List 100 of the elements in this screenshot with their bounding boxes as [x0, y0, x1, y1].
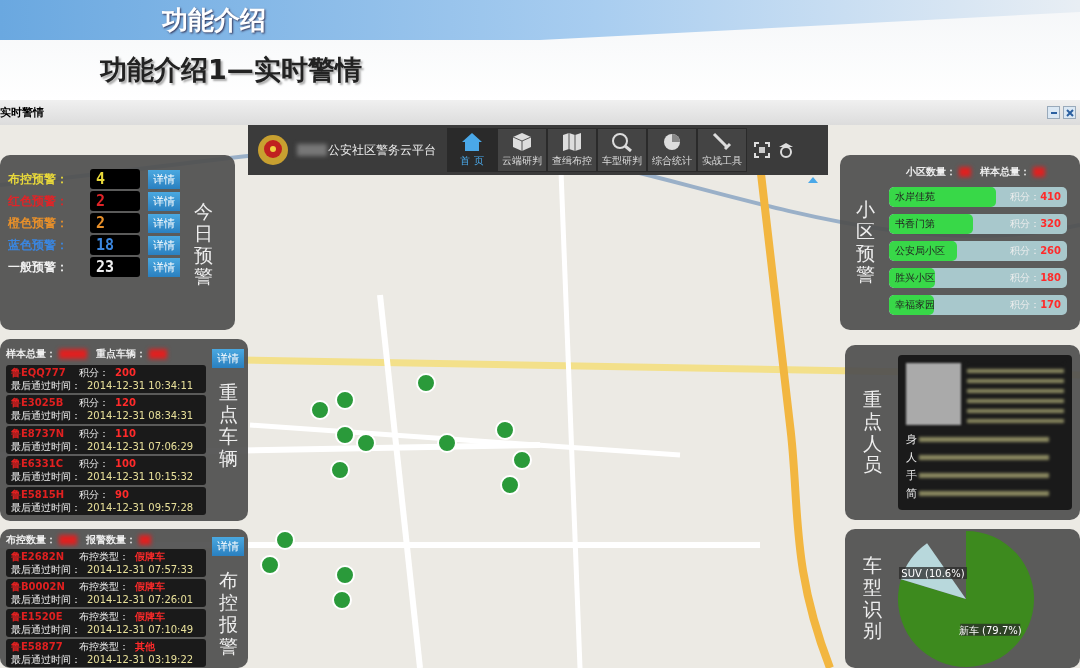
alert-label: 一般预警： [8, 258, 69, 276]
nav-tab[interactable]: 车型研判 [597, 128, 647, 172]
search-icon [611, 132, 633, 152]
control-type: 假牌车 [135, 610, 165, 623]
close-button[interactable] [1063, 106, 1076, 119]
close-icon [1065, 108, 1074, 117]
redacted-mark [59, 348, 87, 359]
pass-time: 2014-12-31 09:57:28 [87, 500, 194, 514]
alert-card[interactable]: 鲁E2682N 布控类型： 假牌车 最后通过时间： 2014-12-31 07:57:33 [6, 549, 206, 577]
community-name: 公安局小区 [895, 244, 945, 258]
time-label: 最后通过时间： [11, 409, 81, 423]
alert-label: 橙色预警： [8, 214, 69, 232]
time-label: 最后通过时间： [11, 500, 81, 514]
nav-tab[interactable]: 查缉布控 [547, 128, 597, 172]
control-type-label: 布控类型： [79, 580, 129, 593]
score-value: 410 [1040, 191, 1061, 202]
nav-tab[interactable]: 实战工具 [697, 128, 747, 172]
pie-chart-icon [661, 132, 683, 152]
time-label: 最后通过时间： [11, 439, 81, 453]
vehicle-card[interactable]: 鲁E5815H 积分： 90 最后通过时间： 2014-12-31 09:57:28 [6, 486, 206, 515]
field-label: 简 [906, 486, 917, 501]
alert-card[interactable]: 鲁E58877 布控类型： 其他 最后通过时间： 2014-12-31 03:19:22 [6, 639, 206, 667]
alert-count: 18 [90, 235, 140, 255]
plate-number: 鲁E58877 [11, 640, 64, 653]
control-type-label: 布控类型： [79, 550, 129, 563]
alert-count: 4 [90, 169, 140, 189]
score-label: 积分： [79, 487, 109, 501]
alert-label: 红色预警： [8, 192, 69, 210]
summary-label: 重点车辆： [96, 346, 146, 361]
plate-number: 鲁E3025B [11, 396, 65, 410]
platform-title: 公安社区警务云平台 [328, 141, 436, 159]
summary-label: 样本总量： [6, 346, 56, 361]
nav-tab[interactable]: 云端研判 [497, 128, 547, 172]
collapse-arrow-icon[interactable] [808, 177, 818, 183]
map-icon [561, 132, 583, 152]
redacted-mark [297, 144, 327, 156]
plate-number: 鲁E1520E [11, 610, 64, 623]
minimize-button[interactable] [1047, 106, 1060, 119]
control-type-label: 布控类型： [79, 610, 129, 623]
plate-number: 鲁EQQ777 [11, 365, 67, 379]
score-label: 积分： [79, 426, 109, 440]
vehicle-card[interactable]: 鲁E3025B 积分： 120 最后通过时间： 2014-12-31 08:34:31 [6, 395, 206, 424]
window-title: 实时警情 [0, 105, 44, 120]
control-type: 假牌车 [135, 580, 165, 593]
score-label: 积分： [79, 457, 109, 471]
score-value: 320 [1040, 218, 1061, 229]
plate-number: 鲁E8737N [11, 426, 66, 440]
vehicle-card[interactable]: 鲁E8737N 积分： 110 最后通过时间： 2014-12-31 07:06:29 [6, 425, 206, 455]
panel-title: 今日预警 [194, 200, 213, 289]
slide-heading: 功能介绍 [162, 3, 266, 37]
alert-count: 2 [90, 191, 140, 211]
nav-tab[interactable]: 综合统计 [647, 128, 697, 172]
score-value: 90 [115, 487, 129, 501]
panel-title: 重点车辆 [218, 382, 238, 470]
alert-label: 蓝色预警： [8, 236, 69, 254]
panel-title: 车型识别 [863, 554, 882, 643]
summary-label: 样本总量： [979, 165, 1030, 179]
house-icon [461, 132, 483, 152]
plate-number: 鲁E6331C [11, 457, 64, 471]
pass-time: 2014-12-31 07:06:29 [87, 439, 194, 453]
time-label: 最后通过时间： [11, 623, 81, 636]
nav-tab[interactable]: 首 页 [447, 128, 497, 172]
pass-time: 2014-12-31 10:34:11 [87, 378, 194, 392]
vehicle-card[interactable]: 鲁EQQ777 积分： 200 最后通过时间： 2014-12-31 10:34:11 [6, 364, 206, 394]
community-name: 书香门第 [895, 217, 935, 231]
score-label: 积分： [79, 396, 109, 410]
score-value: 180 [1040, 272, 1061, 283]
summary-label: 小区数量： [905, 165, 956, 179]
police-badge-icon [256, 133, 290, 167]
redacted-mark [1032, 167, 1045, 177]
slice-label: SUV (10.6%) [899, 566, 967, 579]
photo-placeholder [906, 363, 961, 425]
alert-count: 23 [90, 257, 140, 277]
plate-number: 鲁E5815H [11, 487, 66, 501]
pass-time: 2014-12-31 07:10:49 [87, 623, 194, 636]
field-label: 人 [906, 450, 917, 465]
score-value: 200 [115, 365, 136, 379]
score-label: 积分： [79, 365, 109, 379]
score-value: 110 [115, 426, 136, 440]
alert-card[interactable]: 鲁E1520E 布控类型： 假牌车 最后通过时间： 2014-12-31 07:10:49 [6, 609, 206, 637]
time-label: 最后通过时间： [11, 470, 81, 484]
pass-time: 2014-12-31 08:34:31 [87, 409, 194, 423]
score-value: 170 [1040, 299, 1061, 310]
pass-time: 2014-12-31 07:26:01 [87, 593, 194, 606]
time-label: 最后通过时间： [11, 593, 81, 606]
community-name: 胜兴小区 [895, 271, 935, 285]
panel-title: 重点人员 [863, 388, 882, 477]
fullscreen-icon[interactable] [754, 142, 770, 158]
pass-time: 2014-12-31 10:15:32 [87, 470, 194, 484]
summary-label: 报警数量： [86, 533, 136, 547]
community-name: 水岸佳苑 [895, 190, 935, 204]
score-value: 100 [115, 457, 136, 471]
alert-label: 布控预警： [8, 170, 69, 188]
alert-card[interactable]: 鲁B0002N 布控类型： 假牌车 最后通过时间： 2014-12-31 07:26:01 [6, 579, 206, 607]
plate-number: 鲁B0002N [11, 580, 66, 593]
redacted-mark [149, 348, 167, 359]
vehicle-card[interactable]: 鲁E6331C 积分： 100 最后通过时间： 2014-12-31 10:15:32 [6, 456, 206, 485]
pass-time: 2014-12-31 07:57:33 [87, 563, 194, 576]
panel-title: 小区预警 [856, 198, 875, 287]
control-type-label: 布控类型： [79, 640, 129, 653]
